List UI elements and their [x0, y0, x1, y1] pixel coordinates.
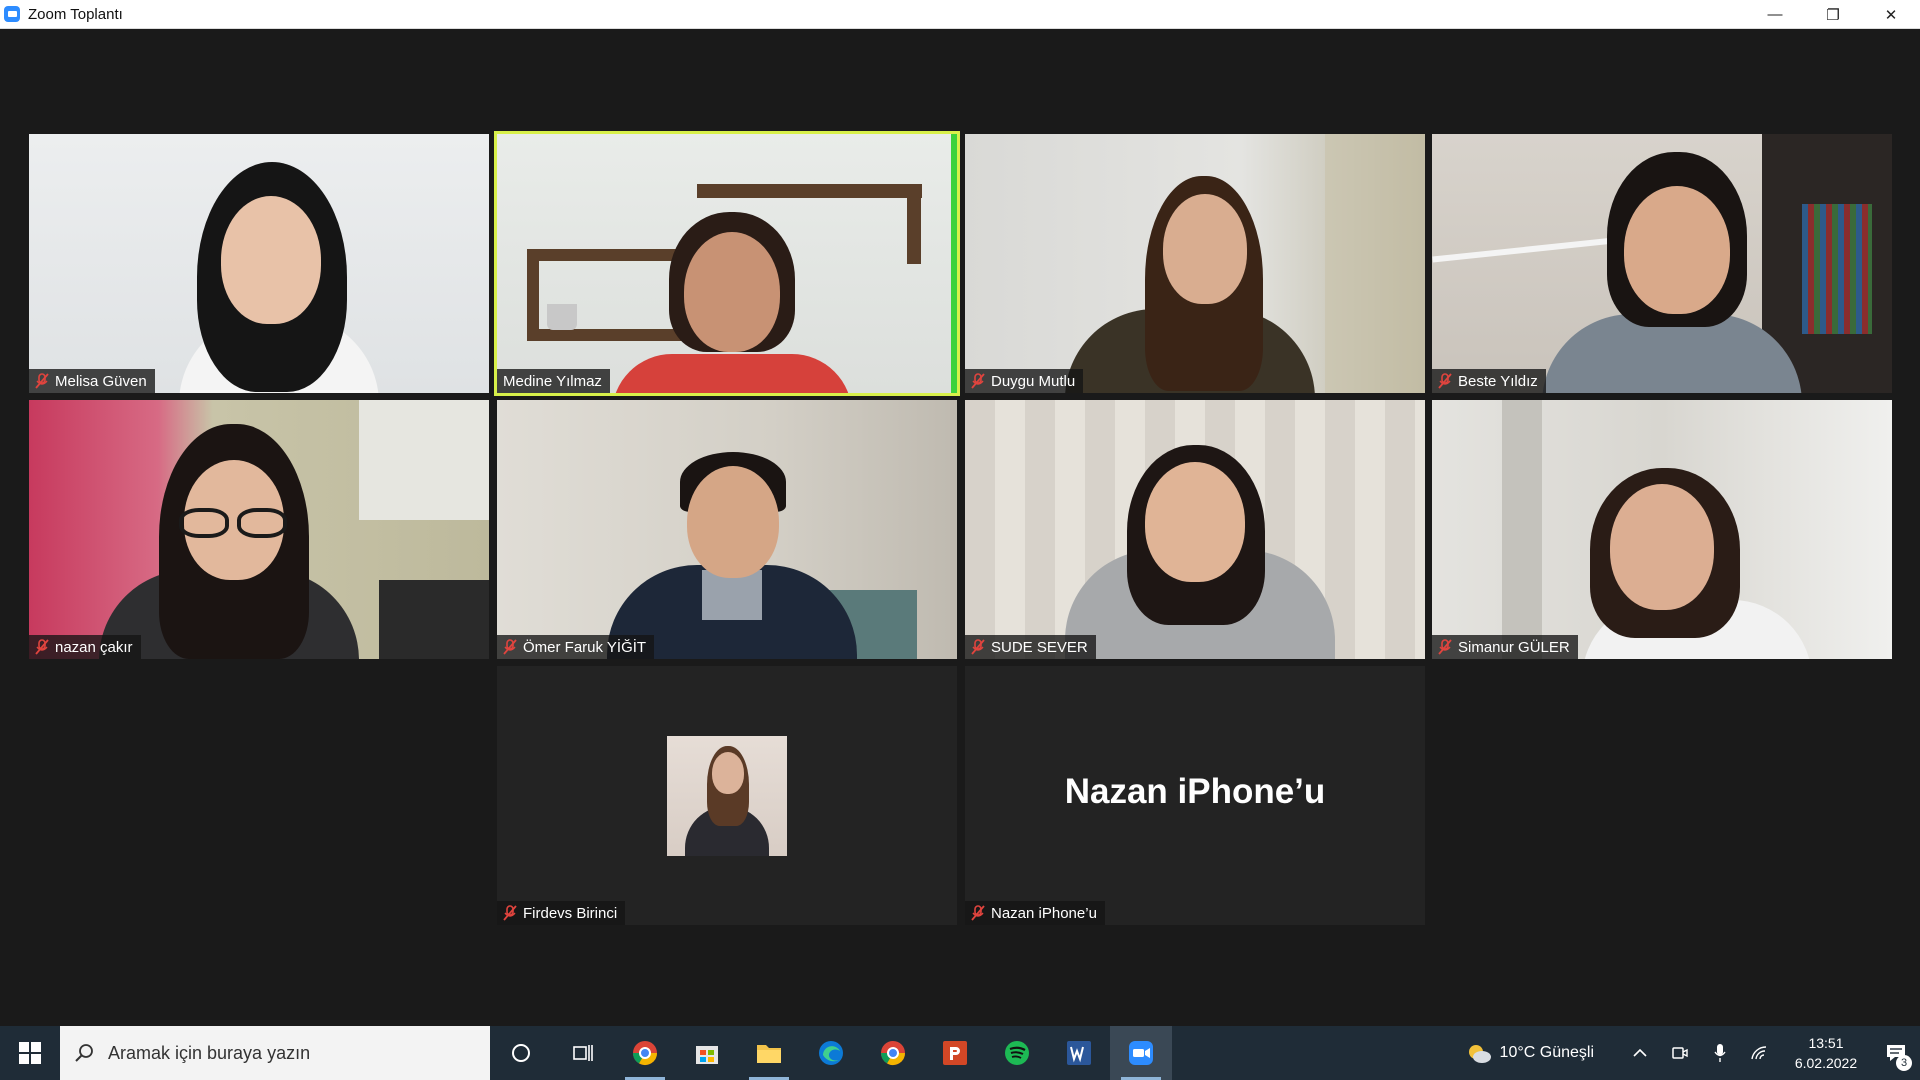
video-feed	[29, 400, 489, 659]
video-feed	[1432, 400, 1892, 659]
video-feed	[497, 400, 957, 659]
participant-nametag: SUDE SEVER	[965, 635, 1096, 659]
mic-muted-icon	[35, 639, 49, 655]
participant-name: Simanur GÜLER	[1458, 638, 1570, 656]
mic-muted-icon	[503, 905, 517, 921]
wifi-icon[interactable]	[1740, 1045, 1780, 1061]
clock-time: 13:51	[1808, 1035, 1844, 1051]
microphone-icon[interactable]	[1700, 1043, 1740, 1063]
task-view-icon[interactable]	[552, 1026, 614, 1080]
participant-name: Beste Yıldız	[1458, 372, 1538, 390]
participant-nametag: Medine Yılmaz	[497, 369, 610, 393]
participant-name: Firdevs Birinci	[523, 904, 618, 922]
file-explorer-icon[interactable]	[738, 1026, 800, 1080]
chrome-alt-icon[interactable]	[614, 1026, 676, 1080]
mic-muted-icon	[35, 373, 49, 389]
participant-nametag: Firdevs Birinci	[497, 901, 626, 925]
participant-name: Medine Yılmaz	[503, 372, 602, 390]
participant-tile[interactable]: SUDE SEVER	[965, 400, 1425, 659]
powerpoint-icon[interactable]	[924, 1026, 986, 1080]
participant-nametag: Duygu Mutlu	[965, 369, 1084, 393]
participant-nametag: Beste Yıldız	[1432, 369, 1546, 393]
participant-name: Duygu Mutlu	[991, 372, 1076, 390]
participant-name: Nazan iPhone’u	[991, 904, 1097, 922]
cortana-icon[interactable]	[490, 1026, 552, 1080]
participant-nametag: Ömer Faruk YİĞİT	[497, 635, 655, 659]
participant-tile-video-off[interactable]: Firdevs Birinci	[497, 666, 957, 925]
participant-tile[interactable]: Simanur GÜLER	[1432, 400, 1892, 659]
participant-tile[interactable]: Beste Yıldız	[1432, 134, 1892, 393]
mic-muted-icon	[1438, 373, 1452, 389]
window-title: Zoom Toplantı	[28, 5, 123, 23]
participant-display-name: Nazan iPhone’u	[1064, 772, 1326, 811]
mic-muted-icon	[503, 639, 517, 655]
profile-picture	[667, 736, 787, 856]
sun-cloud-icon	[1468, 1045, 1491, 1063]
participant-nametag: Nazan iPhone’u	[965, 901, 1105, 925]
chevron-up-icon[interactable]	[1620, 1047, 1660, 1059]
weather-widget[interactable]: 10°C Güneşli	[1466, 1042, 1594, 1064]
store-icon[interactable]	[676, 1026, 738, 1080]
mic-muted-icon	[971, 639, 985, 655]
participant-tile[interactable]: nazan çakır	[29, 400, 489, 659]
minimize-button[interactable]: —	[1746, 0, 1804, 29]
windows-taskbar: Aramak için buraya yazın 10°C Güneşli 13…	[0, 1026, 1920, 1080]
video-feed	[965, 400, 1425, 659]
participant-tile-active-speaker[interactable]: Medine Yılmaz	[494, 131, 960, 396]
search-placeholder: Aramak için buraya yazın	[108, 1042, 311, 1063]
window-titlebar: Zoom Toplantı — ❐ ✕	[0, 0, 1920, 29]
participant-name: nazan çakır	[55, 638, 133, 656]
mic-muted-icon	[971, 373, 985, 389]
participant-name: Ömer Faruk YİĞİT	[523, 638, 647, 656]
spotify-icon[interactable]	[986, 1026, 1048, 1080]
notification-count-badge: 3	[1896, 1055, 1912, 1071]
participant-tile[interactable]: Duygu Mutlu	[965, 134, 1425, 393]
video-feed	[29, 134, 489, 393]
video-feed	[965, 134, 1425, 393]
weather-text: 10°C Güneşli	[1499, 1044, 1594, 1061]
participant-nametag: Simanur GÜLER	[1432, 635, 1578, 659]
clock[interactable]: 13:51 6.02.2022	[1780, 1033, 1872, 1073]
participant-name: SUDE SEVER	[991, 638, 1088, 656]
search-icon	[75, 1044, 93, 1062]
close-button[interactable]: ✕	[1862, 0, 1920, 29]
start-button[interactable]	[0, 1026, 60, 1080]
zoom-app-icon	[4, 6, 20, 22]
chrome-icon[interactable]	[862, 1026, 924, 1080]
camera-tray-icon[interactable]	[1660, 1045, 1700, 1061]
participant-tile[interactable]: Ömer Faruk YİĞİT	[497, 400, 957, 659]
gallery-view: Melisa Güven Medine Yılmaz Duygu Mutlu B…	[0, 29, 1920, 1026]
mic-muted-icon	[971, 905, 985, 921]
participant-tile-video-off[interactable]: Nazan iPhone’u Nazan iPhone’u	[965, 666, 1425, 925]
zoom-icon[interactable]	[1110, 1026, 1172, 1080]
restore-button[interactable]: ❐	[1804, 0, 1862, 29]
participant-tile[interactable]: Melisa Güven	[29, 134, 489, 393]
participant-name: Melisa Güven	[55, 372, 147, 390]
mic-muted-icon	[1438, 639, 1452, 655]
participant-nametag: nazan çakır	[29, 635, 141, 659]
taskbar-search-box[interactable]: Aramak için buraya yazın	[60, 1026, 490, 1080]
windows-logo-icon	[19, 1042, 41, 1064]
system-tray: 10°C Güneşli 13:51 6.02.2022 3	[1466, 1026, 1920, 1080]
word-icon[interactable]	[1048, 1026, 1110, 1080]
video-feed	[1432, 134, 1892, 393]
clock-date: 6.02.2022	[1794, 1055, 1858, 1071]
participant-nametag: Melisa Güven	[29, 369, 155, 393]
video-feed	[497, 134, 957, 393]
edge-icon[interactable]	[800, 1026, 862, 1080]
notification-center-button[interactable]: 3	[1872, 1043, 1920, 1071]
